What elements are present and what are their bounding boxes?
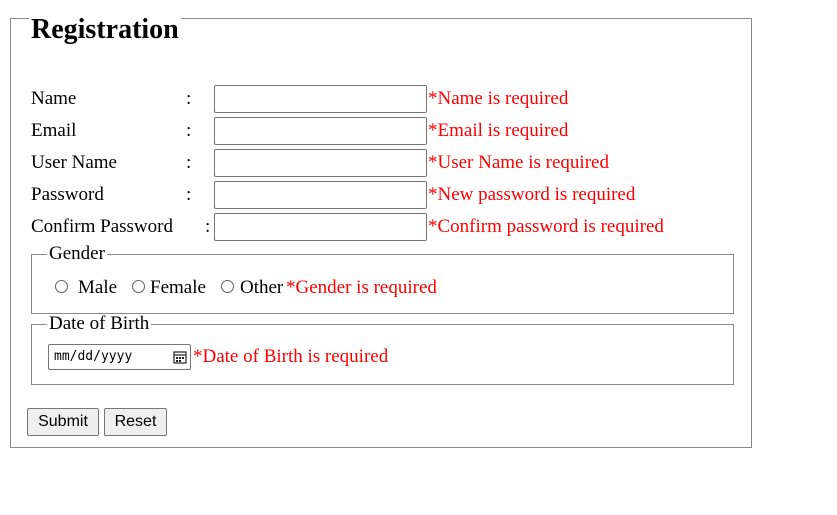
username-colon: : xyxy=(186,152,192,173)
confirm-password-colon: : xyxy=(205,216,211,237)
email-label: Email xyxy=(31,120,77,141)
dob-fieldset: Date of Birth mm/dd/yyyy *Date of Birth … xyxy=(31,314,734,385)
password-colon: : xyxy=(186,184,192,205)
username-label: User Name xyxy=(31,152,117,173)
dob-input[interactable]: mm/dd/yyyy xyxy=(48,344,191,370)
gender-female-radio[interactable] xyxy=(132,280,145,293)
dob-placeholder: mm/dd/yyyy xyxy=(54,349,133,364)
dob-error: *Date of Birth is required xyxy=(193,346,389,367)
registration-fieldset: Registration Name : *Name is required Em… xyxy=(10,14,752,448)
dob-legend: Date of Birth xyxy=(47,313,152,334)
password-label: Password xyxy=(31,184,104,205)
gender-fieldset: Gender Male Female Other *Gender is requ… xyxy=(31,244,734,314)
name-colon: : xyxy=(186,88,192,109)
username-error: *User Name is required xyxy=(428,152,609,173)
submit-button[interactable]: Submit xyxy=(27,408,99,436)
gender-male-label[interactable]: Male xyxy=(78,277,117,299)
name-input[interactable] xyxy=(214,85,427,113)
gender-legend: Gender xyxy=(47,243,107,264)
reset-button[interactable]: Reset xyxy=(104,408,167,436)
gender-other-label[interactable]: Other xyxy=(240,277,283,299)
username-input[interactable] xyxy=(214,149,427,177)
registration-legend: Registration xyxy=(29,14,181,45)
email-error: *Email is required xyxy=(428,120,569,141)
gender-error: *Gender is required xyxy=(286,277,437,298)
gender-female-label[interactable]: Female xyxy=(150,277,206,299)
confirm-password-input[interactable] xyxy=(214,213,427,241)
calendar-icon[interactable] xyxy=(173,350,187,364)
email-colon: : xyxy=(186,120,192,141)
password-input[interactable] xyxy=(214,181,427,209)
email-input[interactable] xyxy=(214,117,427,145)
name-label: Name xyxy=(31,88,77,109)
gender-other-radio[interactable] xyxy=(221,280,234,293)
confirm-password-error: *Confirm password is required xyxy=(428,216,664,237)
gender-male-radio[interactable] xyxy=(55,280,68,293)
name-error: *Name is required xyxy=(428,88,569,109)
password-error: *New password is required xyxy=(428,184,636,205)
confirm-password-label: Confirm Password xyxy=(31,216,173,237)
